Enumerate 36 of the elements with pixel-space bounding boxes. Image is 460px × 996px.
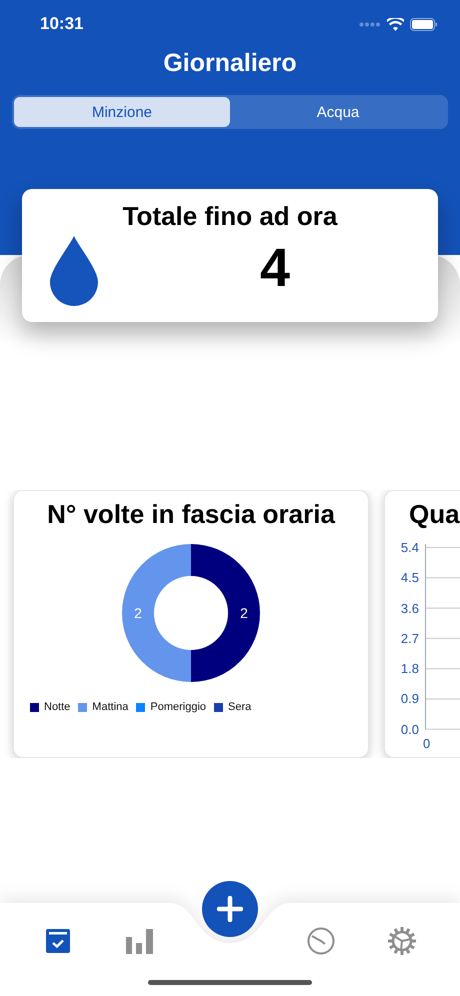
signal-icon: [359, 22, 381, 26]
axis-tick-label: 0: [423, 736, 430, 751]
axis-tick-label: 0.0: [400, 720, 419, 739]
axis-tick-label: 1.8: [400, 660, 419, 678]
calendar-check-icon: [45, 928, 71, 954]
wifi-icon: [387, 18, 404, 30]
battery-icon: [410, 18, 438, 30]
axis-tick-label: 0.9: [400, 690, 419, 708]
legend-swatch: [78, 702, 88, 712]
water-drop-icon: [50, 236, 98, 306]
bar-chart-icon: [126, 928, 153, 954]
slice-label: 2: [134, 605, 142, 621]
axis-tick-label: 2.7: [400, 630, 419, 648]
slice-label: 2: [240, 605, 248, 621]
clock-icon: [306, 927, 335, 955]
axis-tick-label: 4.5: [400, 569, 419, 588]
screen-title: Giornaliero: [162, 48, 298, 77]
legend-swatch: [136, 702, 146, 712]
legend-swatch: [30, 702, 39, 712]
plus-icon: [217, 896, 243, 922]
legend-label: Sera: [228, 701, 252, 713]
legend-label: Pomeriggio: [150, 701, 206, 713]
add-button[interactable]: [202, 881, 258, 937]
summary-count: 4: [260, 238, 290, 298]
legend-label: Mattina: [92, 701, 128, 713]
chart-title: Qua: [408, 498, 460, 529]
status-time: 10:31: [40, 14, 84, 34]
segment-tab[interactable]: Acqua: [230, 97, 446, 127]
segment-tab[interactable]: Minzione: [14, 97, 230, 127]
legend-label: Notte: [44, 701, 70, 713]
summary-title: Totale fino ad ora: [122, 200, 338, 231]
legend-swatch: [214, 702, 224, 712]
axis-tick-label: 3.6: [400, 600, 419, 618]
chart-title: N° volte in fascia oraria: [46, 498, 336, 529]
axis-tick-label: 5.4: [400, 539, 419, 557]
settings-icon: [388, 927, 416, 955]
